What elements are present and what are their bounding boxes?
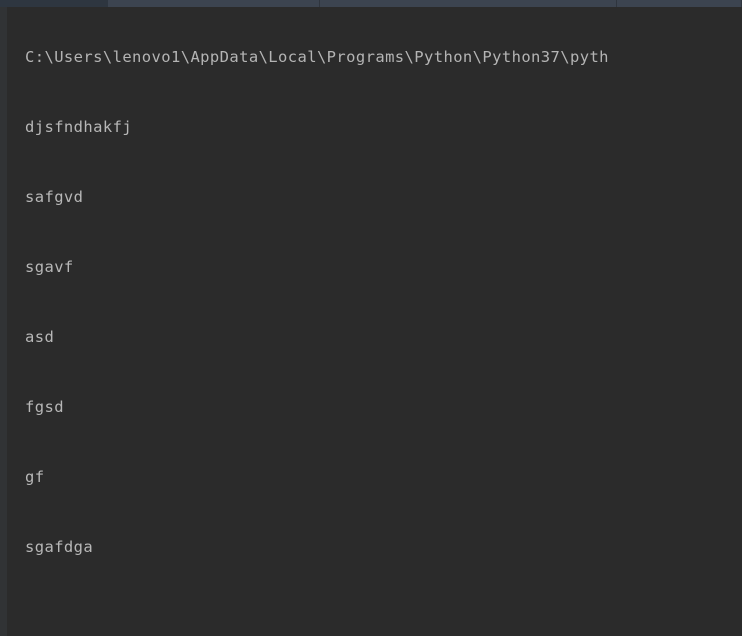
console-output-line: safgvd <box>25 188 84 206</box>
toolbar-segment-1[interactable] <box>108 0 320 7</box>
toolbar-segment-2[interactable] <box>320 0 617 7</box>
console-output-line: djsfndhakfj <box>25 118 133 136</box>
run-console-panel[interactable]: C:\Users\lenovo1\AppData\Local\Programs\… <box>7 7 742 636</box>
console-gutter <box>0 7 7 636</box>
toolbar-segment-active[interactable] <box>0 0 108 7</box>
console-output-line: sgavf <box>25 258 74 276</box>
toolbar-segment-3[interactable] <box>617 0 742 7</box>
console-command-line: C:\Users\lenovo1\AppData\Local\Programs\… <box>25 48 609 66</box>
console-output-line: gf <box>25 468 45 486</box>
console-output-line: fgsd <box>25 398 64 416</box>
console-output-line: asd <box>25 328 55 346</box>
console-output-text[interactable]: C:\Users\lenovo1\AppData\Local\Programs\… <box>7 7 742 636</box>
toolbar-strip <box>0 0 742 7</box>
console-output-line: sgafdga <box>25 538 94 556</box>
